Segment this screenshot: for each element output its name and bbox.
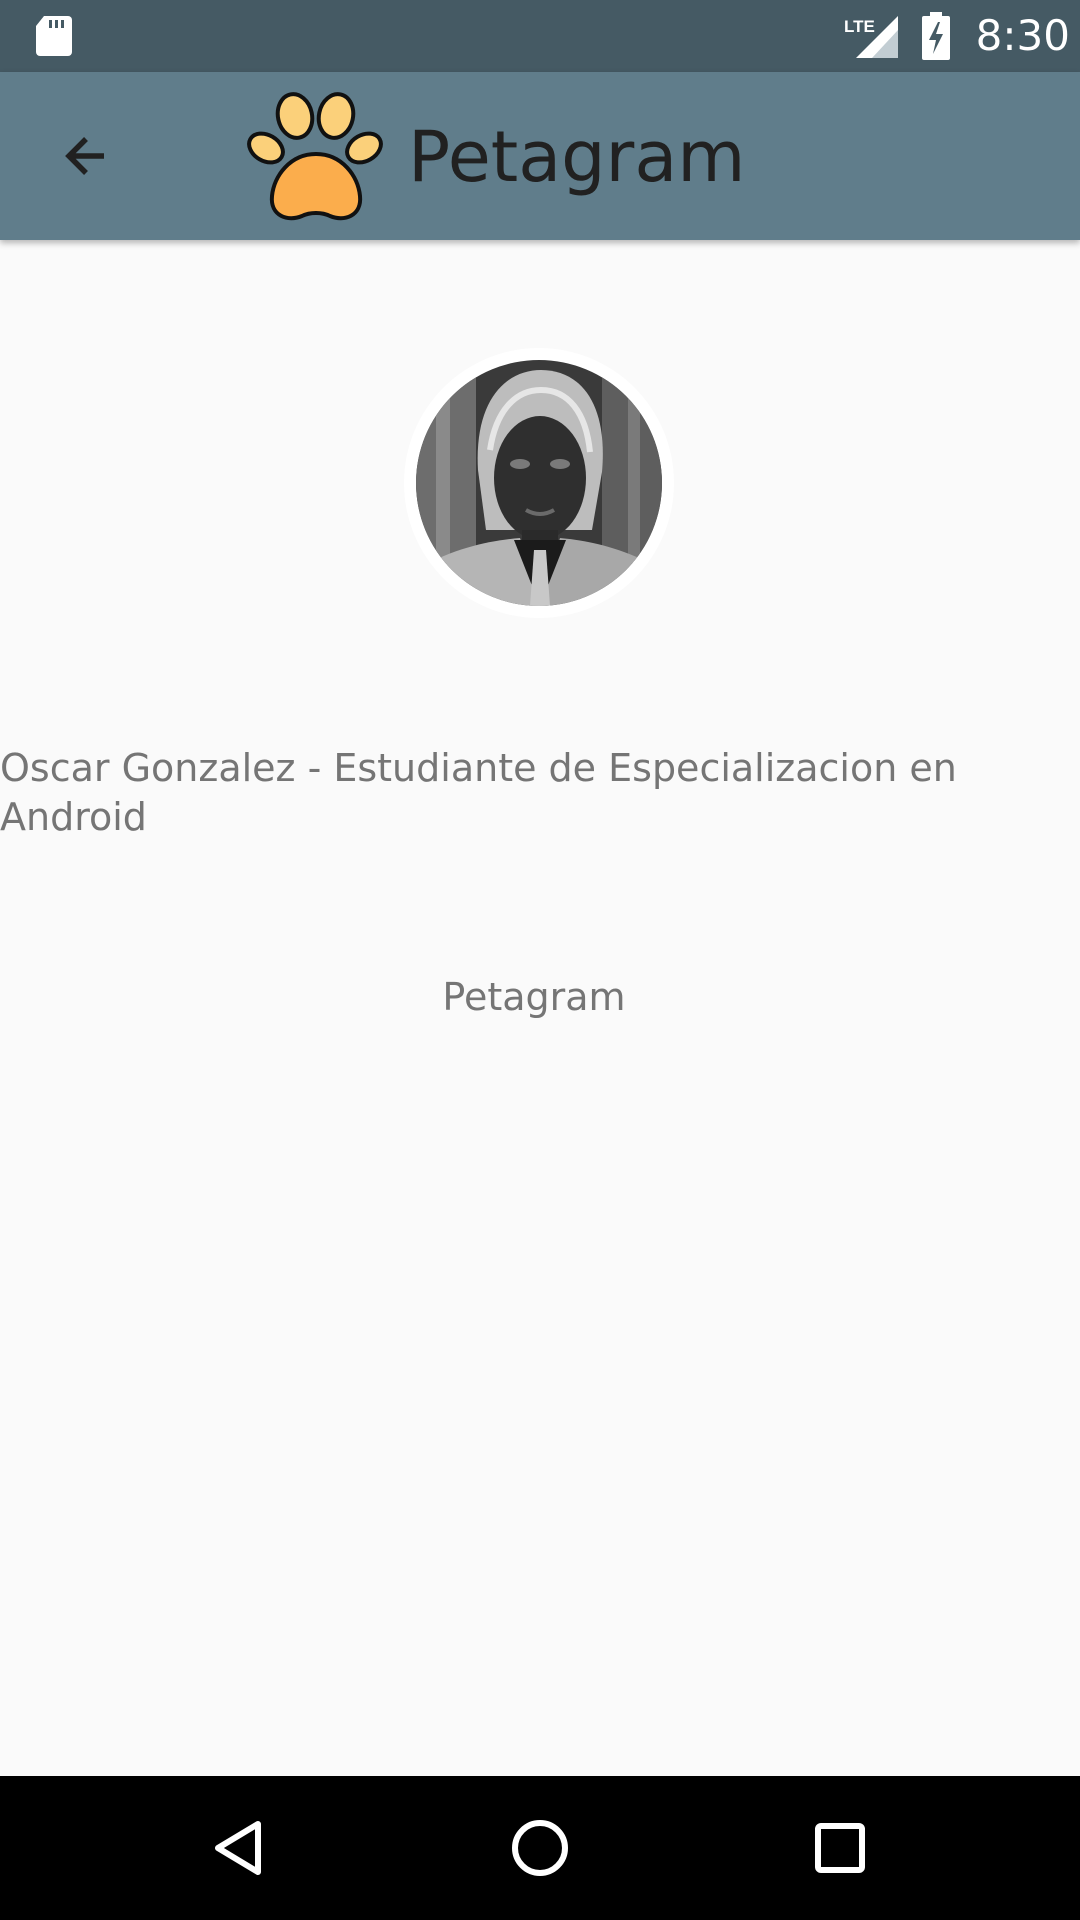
app-toolbar: Petagram bbox=[0, 72, 1080, 240]
nav-back-button[interactable] bbox=[190, 1798, 290, 1898]
sd-card-icon bbox=[34, 14, 74, 58]
system-nav-bar bbox=[0, 1776, 1080, 1920]
lte-signal-icon: LTE bbox=[842, 14, 900, 58]
arrow-back-icon bbox=[65, 137, 104, 175]
profile-bio: Oscar Gonzalez - Estudiante de Especiali… bbox=[0, 746, 957, 839]
about-screen: LTE 8:30 Petagram Oscar Gonzalez - Estud… bbox=[0, 0, 1080, 1920]
toolbar-title: Petagram bbox=[408, 116, 746, 198]
status-time: 8:30 bbox=[975, 11, 1070, 60]
status-bar: LTE 8:30 bbox=[0, 0, 1080, 72]
nav-home-button[interactable] bbox=[490, 1798, 590, 1898]
recents-square-icon bbox=[815, 1823, 865, 1873]
svg-text:LTE: LTE bbox=[844, 17, 875, 36]
back-triangle-icon bbox=[215, 1821, 261, 1875]
app-name-label: Petagram bbox=[442, 975, 626, 1019]
nav-recents-button[interactable] bbox=[790, 1798, 890, 1898]
paw-icon bbox=[240, 86, 388, 226]
back-button[interactable] bbox=[36, 106, 136, 206]
home-circle-icon bbox=[512, 1820, 568, 1876]
profile-photo bbox=[416, 360, 662, 606]
battery-charging-icon bbox=[920, 12, 952, 60]
avatar bbox=[404, 348, 674, 618]
